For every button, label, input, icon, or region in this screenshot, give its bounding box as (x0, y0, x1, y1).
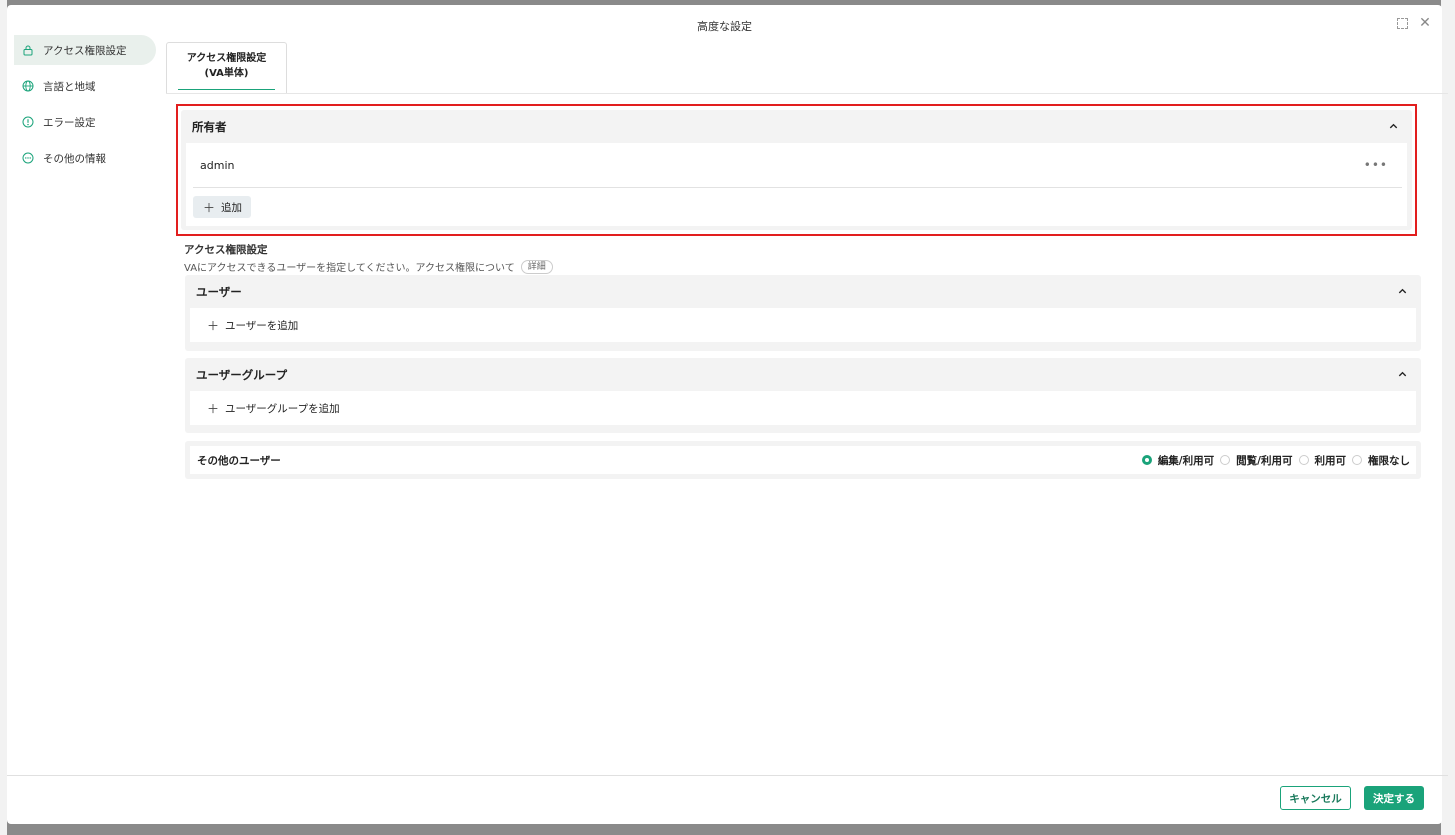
radio-label: 編集/利用可 (1157, 454, 1215, 467)
other-users-row: その他のユーザー 編集/利用可 閲覧/利用可 利用可 権限なし (190, 446, 1416, 474)
add-user-group-button[interactable]: ＋ ユーザーグループを追加 (190, 391, 1416, 425)
radio-button[interactable] (1298, 455, 1309, 465)
add-user-group-label: ユーザーグループを追加 (225, 402, 340, 415)
user-groups-panel-body: ＋ ユーザーグループを追加 (190, 391, 1416, 425)
owner-highlight-box: 所有者 admin ••• ＋ 追加 (176, 104, 1417, 236)
user-groups-panel-header[interactable]: ユーザーグループ (185, 358, 1421, 391)
access-section-description: VAにアクセスできるユーザーを指定してください。アクセス権限について 詳細 (184, 259, 553, 274)
user-groups-panel: ユーザーグループ ＋ ユーザーグループを追加 (185, 358, 1421, 433)
confirm-button[interactable]: 決定する (1364, 786, 1424, 810)
users-panel-header[interactable]: ユーザー (185, 275, 1421, 308)
alert-circle-icon (22, 116, 34, 128)
owner-panel-header[interactable]: 所有者 (181, 110, 1412, 143)
tab-label-line1: アクセス権限設定 (186, 53, 267, 64)
radio-label: 権限なし (1368, 454, 1410, 467)
chevron-up-icon[interactable] (1395, 368, 1409, 382)
add-user-label: ユーザーを追加 (225, 319, 299, 332)
other-users-label: その他のユーザー (197, 454, 281, 467)
users-title: ユーザー (196, 284, 242, 299)
user-groups-title: ユーザーグループ (196, 367, 288, 382)
plus-icon: ＋ (207, 401, 220, 416)
add-owner-button[interactable]: ＋ 追加 (193, 196, 252, 218)
detail-link[interactable]: 詳細 (520, 259, 553, 274)
sidebar: アクセス権限設定 言語と地域 エラー設定 その他の情報 (14, 35, 156, 179)
tab-label-line2: (VA単体) (204, 68, 249, 79)
radio-button[interactable] (1220, 455, 1231, 465)
radio-label: 利用可 (1314, 454, 1347, 467)
owner-panel: 所有者 admin ••• ＋ 追加 (181, 110, 1412, 230)
add-owner-label: 追加 (221, 201, 243, 214)
sidebar-item-label: エラー設定 (43, 116, 96, 129)
tab-divider (166, 93, 1448, 94)
globe-icon (22, 80, 34, 92)
radio-edit-use[interactable]: 編集/利用可 (1141, 453, 1215, 468)
sidebar-item-other-info[interactable]: その他の情報 (14, 143, 156, 173)
add-user-button[interactable]: ＋ ユーザーを追加 (190, 308, 1416, 342)
more-options-icon[interactable]: ••• (1364, 158, 1388, 172)
permission-radio-group: 編集/利用可 閲覧/利用可 利用可 権限なし (1136, 453, 1410, 468)
sidebar-item-label: 言語と地域 (43, 80, 96, 93)
owner-row: admin ••• (193, 143, 1402, 188)
access-section-title: アクセス権限設定 (184, 244, 268, 256)
radio-label: 閲覧/利用可 (1236, 454, 1293, 467)
dialog-title: 高度な設定 (697, 20, 752, 33)
radio-button[interactable] (1352, 455, 1362, 465)
expand-icon[interactable] (1397, 18, 1408, 29)
chevron-up-icon[interactable] (1395, 285, 1409, 299)
radio-use[interactable]: 利用可 (1298, 453, 1347, 468)
radio-no-permission[interactable]: 権限なし (1352, 453, 1410, 468)
access-description-text: VAにアクセスできるユーザーを指定してください。アクセス権限について (184, 263, 515, 274)
sidebar-item-error[interactable]: エラー設定 (14, 107, 156, 137)
background-app-right (1441, 0, 1455, 835)
close-icon[interactable]: ✕ (1418, 16, 1432, 30)
chevron-up-icon[interactable] (1386, 120, 1400, 134)
owner-name: admin (200, 158, 235, 172)
other-users-panel: その他のユーザー 編集/利用可 閲覧/利用可 利用可 権限なし (185, 441, 1421, 479)
users-panel: ユーザー ＋ ユーザーを追加 (185, 275, 1421, 351)
sidebar-item-language[interactable]: 言語と地域 (14, 71, 156, 101)
owner-title: 所有者 (192, 119, 227, 134)
footer-divider (7, 775, 1448, 776)
owner-panel-body: admin ••• ＋ 追加 (186, 143, 1407, 226)
tab-active-indicator (178, 89, 275, 90)
sidebar-item-label: その他の情報 (43, 152, 106, 165)
lock-icon (22, 44, 34, 56)
sidebar-item-label: アクセス権限設定 (43, 44, 127, 57)
users-panel-body: ＋ ユーザーを追加 (190, 308, 1416, 342)
cancel-button[interactable]: キャンセル (1280, 786, 1351, 810)
plus-icon: ＋ (203, 200, 216, 215)
radio-button-checked[interactable] (1141, 455, 1152, 465)
plus-icon: ＋ (207, 318, 220, 333)
sidebar-item-access[interactable]: アクセス権限設定 (14, 35, 156, 65)
radio-view-use[interactable]: 閲覧/利用可 (1220, 453, 1293, 468)
tab-access-va[interactable]: アクセス権限設定 (VA単体) (166, 42, 287, 94)
more-circle-icon (22, 152, 34, 164)
background-app-left (0, 0, 7, 835)
